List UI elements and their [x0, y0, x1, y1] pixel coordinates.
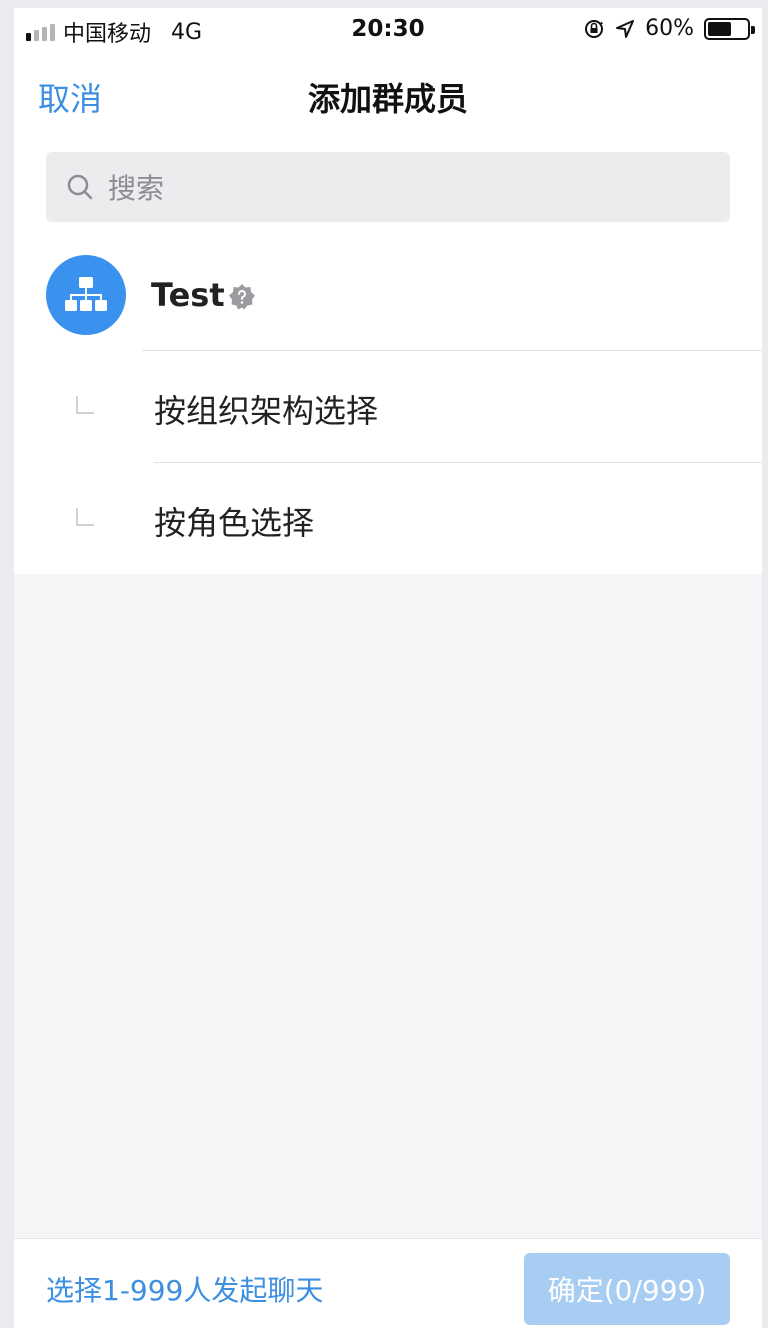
- search-placeholder: 搜索: [108, 172, 165, 205]
- selection-hint: 选择1-999人发起聊天: [46, 1274, 324, 1307]
- orientation-lock-icon: [585, 19, 604, 38]
- search-input[interactable]: 搜索: [46, 152, 730, 222]
- status-right: 60%: [583, 16, 755, 41]
- confirm-button[interactable]: 确定(0/999): [524, 1253, 730, 1325]
- status-bar: 中国移动 4G 20:30 60%: [14, 8, 762, 50]
- org-chart-icon: [65, 277, 107, 311]
- selection-list: Test 按组织架构选择 按角色选择: [14, 238, 762, 574]
- location-icon: [616, 19, 635, 38]
- tree-branch-icon: [76, 396, 94, 414]
- battery-fill: [708, 21, 731, 36]
- tree-branch-icon: [76, 508, 94, 526]
- battery-icon: [704, 17, 755, 40]
- page-title: 添加群成员: [307, 80, 468, 118]
- battery-nub: [751, 25, 755, 34]
- org-name: Test: [151, 276, 225, 314]
- select-by-role[interactable]: 按角色选择: [14, 462, 762, 574]
- option-label: 按角色选择: [154, 504, 315, 542]
- verified-badge-icon: [229, 284, 255, 310]
- battery-percent: 60%: [645, 16, 694, 41]
- org-row[interactable]: Test: [14, 238, 762, 350]
- option-label: 按组织架构选择: [154, 392, 379, 430]
- search-section: 搜索: [14, 142, 762, 238]
- screen: 中国移动 4G 20:30 60% 取消 添加群成员 搜索 Test 按组织架构…: [14, 8, 762, 1328]
- org-avatar: [46, 255, 126, 335]
- bottom-bar: 选择1-999人发起聊天 确定(0/999): [14, 1238, 762, 1328]
- search-icon: [67, 174, 93, 200]
- select-by-org-structure[interactable]: 按组织架构选择: [14, 350, 762, 462]
- navigation-bar: 取消 添加群成员: [14, 50, 762, 142]
